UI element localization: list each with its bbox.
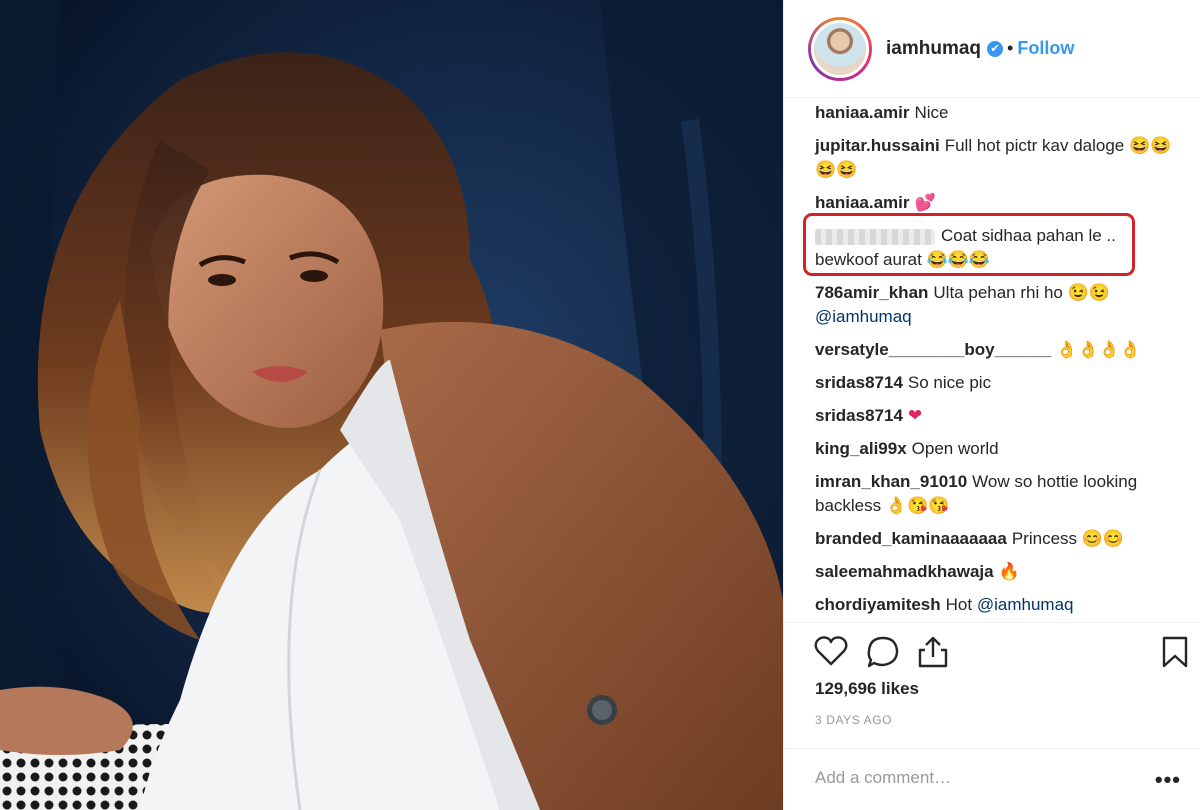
comment-username[interactable]: sridas8714 [815, 406, 903, 425]
share-icon[interactable] [917, 635, 949, 674]
comment-mention-link[interactable]: @iamhumaq [977, 595, 1074, 614]
comment-emoji: 😂😂😂 [926, 250, 991, 269]
portrait-image [0, 0, 783, 810]
comment-text: Nice [914, 103, 949, 122]
comment-item: sridas8714 So nice pic [815, 371, 1185, 395]
post-username[interactable]: iamhumaq [886, 38, 981, 60]
comment-text: Full hot pictr kav daloge [944, 136, 1125, 155]
post-header: iamhumaq ✔ • Follow [784, 0, 1200, 98]
comment-username[interactable]: jupitar.hussaini [815, 136, 940, 155]
avatar[interactable] [811, 19, 869, 78]
comment-username[interactable]: saleemahmadkhawaja [815, 562, 994, 581]
comment-emoji: 💕 [914, 193, 936, 212]
comment-item: king_ali99x Open world [815, 437, 1185, 461]
comment-emoji: 😊😊 [1081, 529, 1125, 548]
comment-emoji: 👌😘😘 [885, 496, 950, 515]
comment-username[interactable]: 786amir_khan [815, 283, 928, 302]
add-comment-bar: ••• [784, 748, 1200, 810]
comment-item: 786amir_khan Ulta pehan rhi ho 😉😉 @iamhuma… [815, 281, 1185, 329]
comment-text: So nice pic [907, 373, 992, 392]
action-bar [784, 622, 1200, 682]
verified-badge-icon: ✔ [987, 40, 1004, 57]
bookmark-save-icon[interactable] [1161, 635, 1189, 674]
comment-username[interactable]: king_ali99x [815, 439, 907, 458]
comment-username[interactable]: haniaa.amir [815, 193, 910, 212]
comment-item: saleemahmadkhawaja 🔥 [815, 560, 1185, 584]
post-timestamp[interactable]: 3 DAYS AGO [815, 713, 892, 727]
blurred-username [815, 228, 935, 245]
comment-text: Open world [911, 439, 999, 458]
comment-username[interactable]: imran_khan_91010 [815, 472, 967, 491]
more-options-icon[interactable]: ••• [1155, 767, 1181, 793]
comment-item: haniaa.amir 💕 [815, 191, 1185, 215]
header-separator: • [1007, 38, 1014, 58]
like-heart-icon[interactable] [814, 635, 848, 672]
post-side-panel: iamhumaq ✔ • Follow haniaa.amir Nice jupi… [783, 0, 1200, 810]
likes-count[interactable]: 129,696 likes [815, 679, 919, 699]
comment-item: sridas8714 ❤ [815, 404, 1185, 428]
comment-emoji: 👌👌👌👌 [1056, 340, 1141, 359]
comment-item: haniaa.amir Nice [815, 101, 1185, 125]
comment-item: branded_kaminaaaaaaa Princess 😊😊 [815, 527, 1185, 551]
comment-username[interactable]: chordiyamitesh [815, 595, 941, 614]
comment-list: haniaa.amir Nice jupitar.hussaini Full hot… [815, 101, 1185, 626]
comment-mention-link[interactable]: @iamhumaq [815, 307, 912, 326]
comment-item: versatyle________boy______ 👌👌👌👌 [815, 338, 1185, 362]
comment-bubble-icon[interactable] [866, 635, 900, 674]
comment-emoji: ❤ [907, 406, 923, 425]
comment-username[interactable]: haniaa.amir [815, 103, 910, 122]
comment-item: jupitar.hussaini Full hot pictr kav dalog… [815, 134, 1185, 182]
comment-item: chordiyamitesh Hot @iamhumaq [815, 593, 1185, 617]
comment-text: Princess [1011, 529, 1078, 548]
post-photo[interactable] [0, 0, 783, 810]
comment-emoji: 😉😉 [1067, 283, 1110, 302]
comment-text: Ulta pehan rhi ho [933, 283, 1063, 302]
add-comment-input[interactable] [815, 763, 1135, 793]
comment-item: imran_khan_91010 Wow so hottie looking ba… [815, 470, 1185, 518]
comment-username[interactable]: branded_kaminaaaaaaa [815, 529, 1007, 548]
avatar-story-ring[interactable] [808, 16, 872, 81]
comment-emoji: 🔥 [998, 562, 1020, 581]
follow-button[interactable]: Follow [1017, 38, 1074, 59]
comment-username[interactable]: sridas8714 [815, 373, 903, 392]
comment-username[interactable]: versatyle________boy______ [815, 340, 1051, 359]
comment-item: Coat sidhaa pahan le .. bewkoof aurat 😂😂… [815, 224, 1185, 272]
comment-text: Hot [945, 595, 973, 614]
